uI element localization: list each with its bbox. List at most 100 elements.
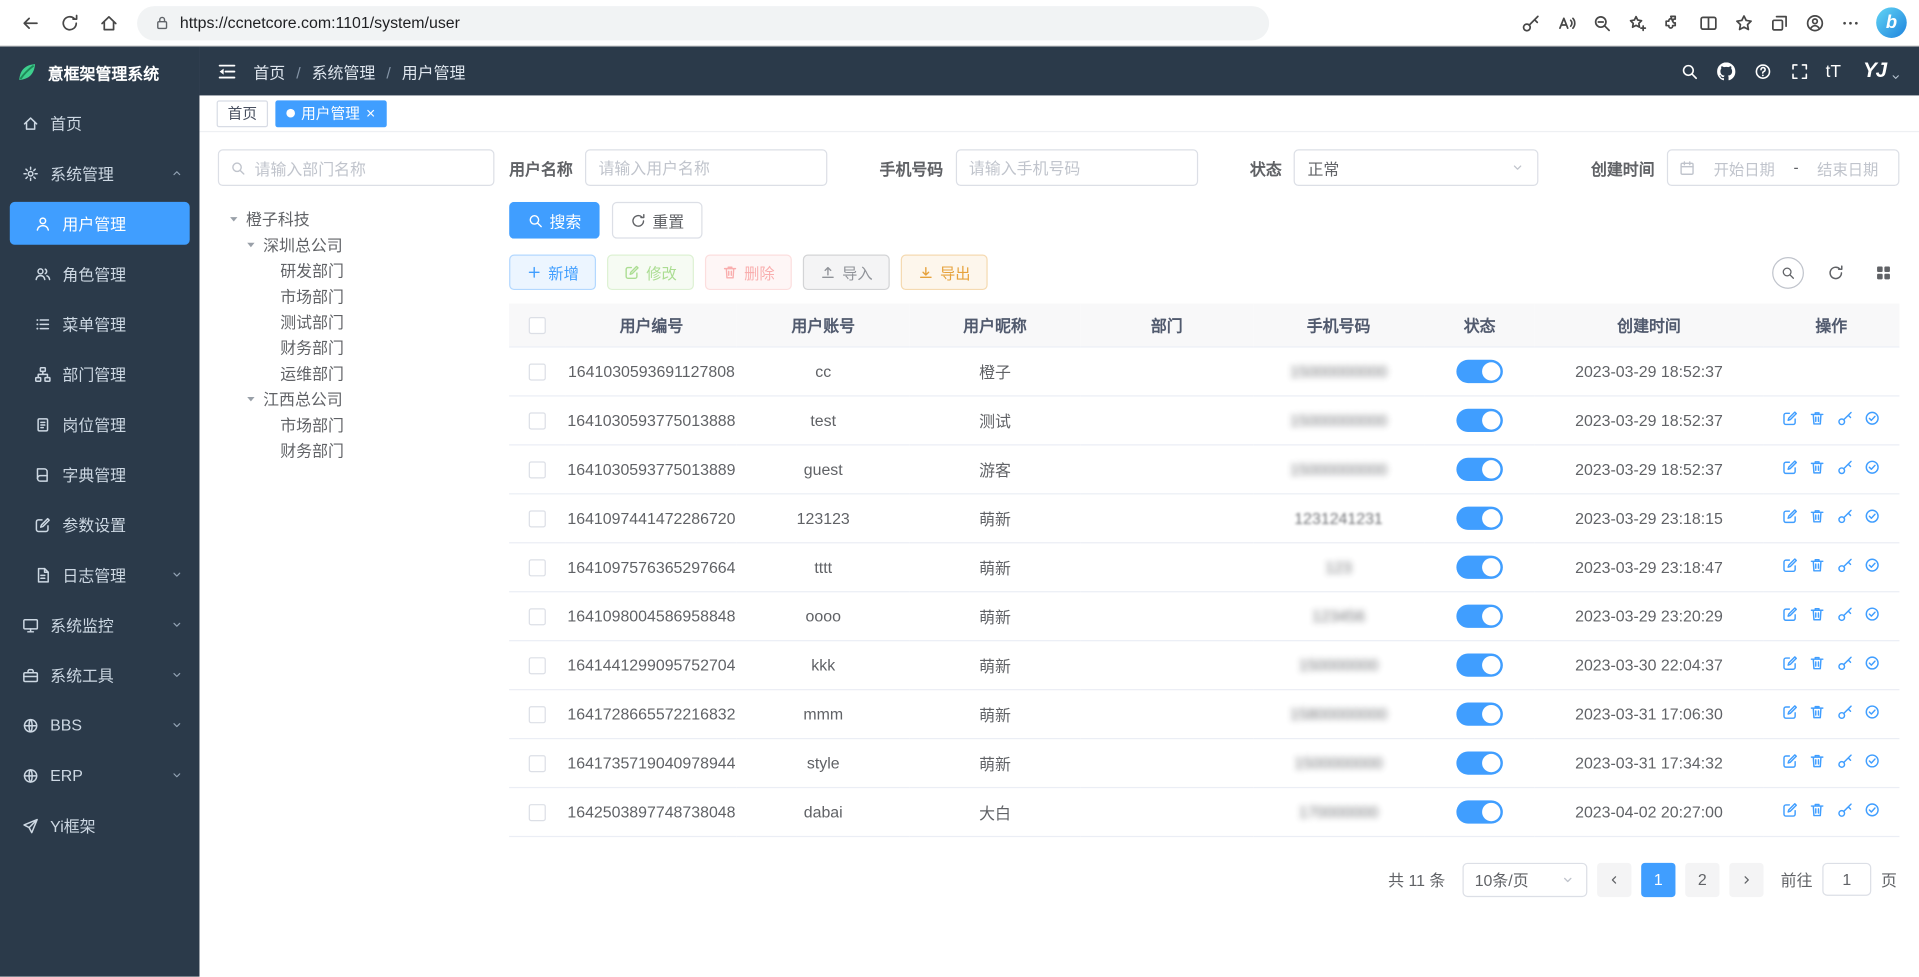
delete-icon[interactable]	[1809, 654, 1826, 671]
tree-node[interactable]: 研发部门	[218, 257, 495, 283]
edit-icon[interactable]	[1782, 459, 1799, 476]
sidebar-item[interactable]: 菜单管理	[0, 299, 199, 349]
row-checkbox[interactable]	[529, 559, 546, 576]
sidebar-item[interactable]: 岗位管理	[0, 399, 199, 449]
assign-role-icon[interactable]	[1864, 801, 1881, 818]
tree-node[interactable]: 市场部门	[218, 411, 495, 437]
tree-node[interactable]: 深圳总公司	[218, 231, 495, 257]
edit-icon[interactable]	[1782, 801, 1799, 818]
sidebar-item[interactable]: 角色管理	[0, 248, 199, 298]
password-icon[interactable]	[1513, 4, 1548, 41]
tree-node[interactable]: 江西总公司	[218, 386, 495, 412]
split-screen-icon[interactable]	[1690, 4, 1725, 41]
page-number-button[interactable]: 1	[1641, 862, 1675, 896]
sidebar-item[interactable]: 系统管理	[0, 148, 199, 198]
sidebar-item[interactable]: 部门管理	[0, 349, 199, 399]
fullscreen-icon[interactable]	[1783, 54, 1816, 87]
tree-node[interactable]: 财务部门	[218, 437, 495, 463]
reload-icon[interactable]	[51, 4, 88, 41]
tree-node[interactable]: 运维部门	[218, 360, 495, 386]
user-avatar[interactable]: YJ	[1863, 59, 1886, 83]
reset-password-icon[interactable]	[1837, 605, 1854, 622]
reset-password-icon[interactable]	[1837, 703, 1854, 720]
status-toggle[interactable]	[1456, 506, 1503, 529]
reset-password-icon[interactable]	[1837, 459, 1854, 476]
assign-role-icon[interactable]	[1864, 508, 1881, 525]
column-header[interactable]: 操作	[1763, 304, 1899, 347]
page-number-button[interactable]: 2	[1685, 862, 1719, 896]
toolbar-button[interactable]: 修改	[607, 255, 694, 290]
sidebar-item[interactable]: 参数设置	[0, 499, 199, 549]
status-toggle[interactable]	[1456, 653, 1503, 676]
tree-node[interactable]: 财务部门	[218, 334, 495, 360]
bing-icon[interactable]: b	[1876, 7, 1907, 38]
column-header[interactable]: 状态	[1424, 304, 1534, 347]
profile-icon[interactable]	[1797, 4, 1832, 41]
refresh-table-icon[interactable]	[1820, 256, 1852, 288]
caret-icon[interactable]	[245, 238, 261, 250]
read-aloud-icon[interactable]	[1548, 4, 1583, 41]
tab[interactable]: 用户管理 ×	[275, 100, 386, 127]
row-checkbox[interactable]	[529, 363, 546, 380]
delete-icon[interactable]	[1809, 801, 1826, 818]
column-settings-icon[interactable]	[1868, 256, 1900, 288]
assign-role-icon[interactable]	[1864, 410, 1881, 427]
help-icon[interactable]	[1746, 54, 1779, 87]
toolbar-button[interactable]: 新增	[509, 255, 596, 290]
tree-node[interactable]: 市场部门	[218, 283, 495, 309]
reset-password-icon[interactable]	[1837, 410, 1854, 427]
assign-role-icon[interactable]	[1864, 654, 1881, 671]
delete-icon[interactable]	[1809, 752, 1826, 769]
sidebar-item[interactable]: BBS	[0, 700, 199, 750]
column-header[interactable]: 用户账号	[737, 304, 909, 347]
page-size-select[interactable]: 10条/页	[1462, 862, 1587, 896]
tree-node[interactable]: 橙子科技	[218, 206, 495, 232]
header-search-icon[interactable]	[1673, 54, 1706, 87]
column-header[interactable]: 用户昵称	[909, 304, 1081, 347]
toolbar-button[interactable]: 导入	[803, 255, 890, 290]
sidebar-item[interactable]: 用户管理	[10, 202, 190, 245]
status-toggle[interactable]	[1456, 555, 1503, 578]
edit-icon[interactable]	[1782, 654, 1799, 671]
assign-role-icon[interactable]	[1864, 605, 1881, 622]
font-size-icon[interactable]: tT	[1820, 61, 1847, 81]
caret-icon[interactable]	[245, 392, 261, 404]
assign-role-icon[interactable]	[1864, 752, 1881, 769]
breadcrumb-item[interactable]: 用户管理	[375, 59, 465, 82]
sidebar-toggle-icon[interactable]	[217, 61, 238, 82]
edit-icon[interactable]	[1782, 557, 1799, 574]
row-checkbox[interactable]	[529, 706, 546, 723]
sidebar-item[interactable]: 字典管理	[0, 449, 199, 499]
column-header[interactable]: 创建时间	[1535, 304, 1763, 347]
status-toggle[interactable]	[1456, 408, 1503, 431]
tab-close-icon[interactable]: ×	[366, 105, 375, 121]
edit-icon[interactable]	[1782, 703, 1799, 720]
caret-icon[interactable]	[228, 212, 244, 224]
status-toggle[interactable]	[1456, 457, 1503, 480]
row-checkbox[interactable]	[529, 804, 546, 821]
tree-node[interactable]: 测试部门	[218, 308, 495, 334]
sidebar-item[interactable]: 系统监控	[0, 600, 199, 650]
edit-icon[interactable]	[1782, 410, 1799, 427]
prev-page-button[interactable]	[1597, 862, 1631, 896]
extensions-icon[interactable]	[1655, 4, 1690, 41]
select-all-checkbox[interactable]	[529, 317, 546, 334]
more-icon[interactable]	[1832, 4, 1867, 41]
row-checkbox[interactable]	[529, 510, 546, 527]
search-button[interactable]: 搜索	[509, 202, 600, 239]
goto-page-input[interactable]	[1822, 863, 1871, 896]
back-icon[interactable]	[12, 4, 49, 41]
username-input[interactable]	[585, 149, 827, 186]
edit-icon[interactable]	[1782, 605, 1799, 622]
sidebar-item[interactable]: ERP	[0, 750, 199, 800]
github-icon[interactable]	[1709, 54, 1742, 87]
column-header[interactable]: 用户编号	[566, 304, 738, 347]
status-toggle[interactable]	[1456, 751, 1503, 774]
reset-password-icon[interactable]	[1837, 752, 1854, 769]
delete-icon[interactable]	[1809, 508, 1826, 525]
tab[interactable]: 首页 ×	[217, 100, 268, 127]
reset-password-icon[interactable]	[1837, 801, 1854, 818]
assign-role-icon[interactable]	[1864, 557, 1881, 574]
breadcrumb-item[interactable]: 首页	[253, 59, 285, 82]
edit-icon[interactable]	[1782, 752, 1799, 769]
